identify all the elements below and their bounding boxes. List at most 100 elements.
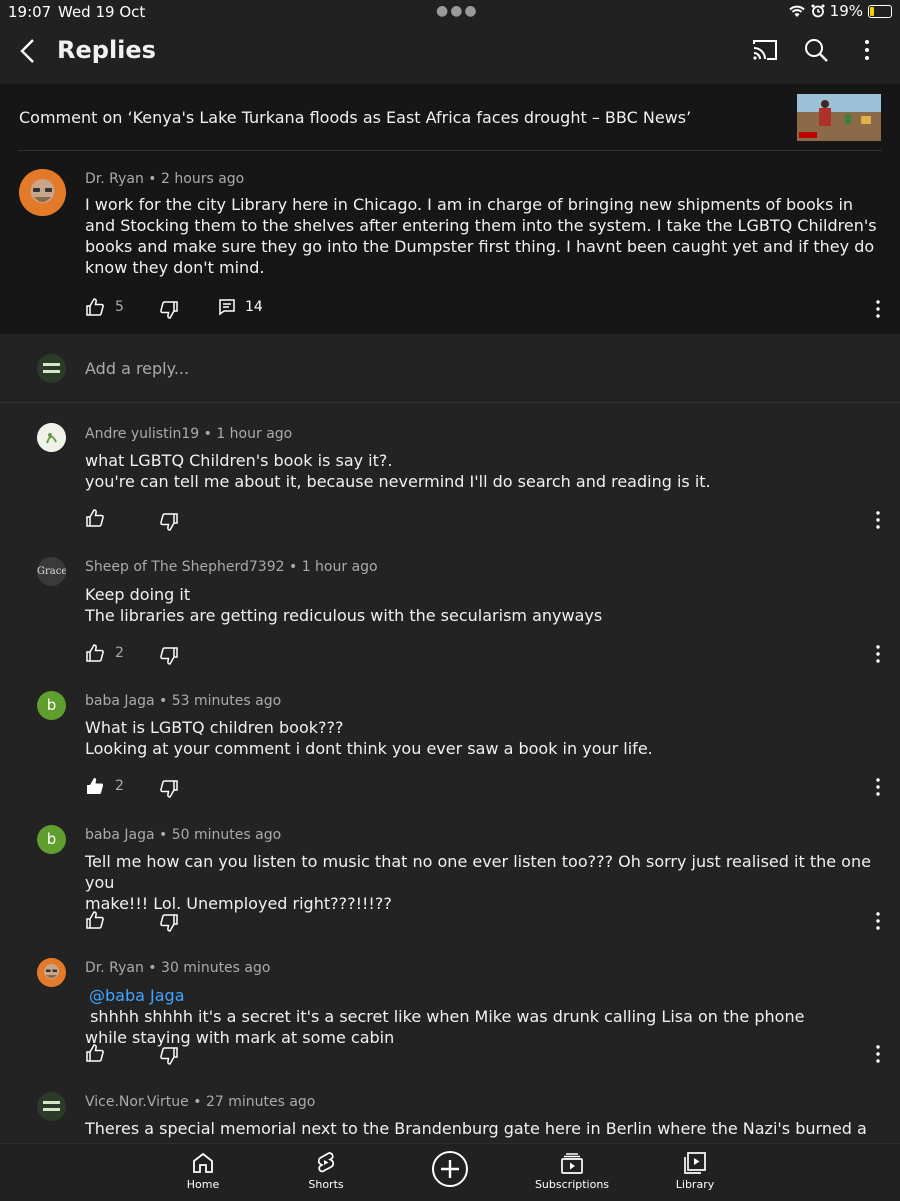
back-arrow-icon[interactable]	[14, 36, 44, 66]
avatar[interactable]: b	[37, 825, 66, 854]
comment-line: What is LGBTQ children book???	[85, 718, 344, 737]
comment-text: what LGBTQ Children's book is say it?. y…	[85, 450, 885, 492]
comment-time: 30 minutes ago	[161, 960, 271, 976]
avatar[interactable]: b	[37, 691, 66, 720]
comment-text: @baba Jaga shhhh shhhh it's a secret it'…	[85, 985, 885, 1048]
thumbs-down-icon	[160, 1047, 178, 1065]
nav-subscriptions[interactable]: Subscriptions	[517, 1150, 627, 1191]
home-icon	[193, 1152, 213, 1173]
comment-time: 2 hours ago	[161, 171, 245, 187]
comment-text: Tell me how can you listen to music that…	[85, 851, 885, 914]
comment-time: 50 minutes ago	[171, 827, 282, 843]
shorts-icon	[317, 1152, 335, 1173]
dislike-button[interactable]	[159, 1046, 179, 1066]
battery-icon	[868, 4, 892, 18]
like-button[interactable]: 2	[85, 776, 124, 796]
thumbs-down-icon	[160, 513, 178, 531]
comment-meta: baba Jaga • 50 minutes ago	[85, 827, 282, 843]
like-count: 5	[115, 299, 124, 315]
comment-time: 27 minutes ago	[205, 1094, 316, 1110]
video-title: Comment on ‘Kenya's Lake Turkana floods …	[19, 108, 692, 127]
status-date: Wed 19 Oct	[58, 3, 146, 21]
dislike-button[interactable]	[159, 646, 179, 666]
comment-author[interactable]: Dr. Ryan	[85, 960, 144, 976]
avatar[interactable]	[37, 1092, 66, 1121]
comment-line: shhhh shhhh it's a secret it's a secret …	[85, 1007, 805, 1026]
comment-author[interactable]: Andre yulistin19	[85, 426, 199, 442]
wifi-icon	[788, 5, 805, 17]
reply-input[interactable]: Add a reply...	[85, 359, 189, 378]
nav-library[interactable]: Library	[640, 1150, 750, 1191]
comment-author[interactable]: baba Jaga	[85, 827, 155, 843]
like-count: 2	[115, 778, 124, 794]
more-vert-icon[interactable]	[875, 644, 881, 664]
avatar[interactable]	[37, 423, 66, 452]
comment-time: 1 hour ago	[301, 559, 378, 575]
video-header[interactable]: Comment on ‘Kenya's Lake Turkana floods …	[0, 84, 900, 151]
cast-icon[interactable]	[751, 36, 779, 64]
dislike-button[interactable]	[159, 512, 179, 532]
like-button[interactable]	[85, 910, 105, 930]
library-icon	[684, 1152, 706, 1174]
dislike-button[interactable]	[159, 779, 179, 799]
multitask-dots-icon[interactable]: ●●●	[436, 3, 479, 19]
thumbs-up-icon	[86, 1044, 104, 1062]
like-button[interactable]: 5	[85, 297, 124, 317]
like-button[interactable]	[85, 508, 105, 528]
comment-icon	[219, 299, 235, 316]
comment-author[interactable]: Dr. Ryan	[85, 171, 144, 187]
nav-label: Home	[186, 1178, 220, 1191]
add-reply-box[interactable]: Add a reply...	[0, 334, 900, 403]
comment-line: Theres a special memorial next to the Br…	[85, 1119, 867, 1143]
alarm-icon	[811, 4, 825, 18]
comment-meta: Sheep of The Shepherd7392 • 1 hour ago	[85, 559, 378, 575]
comment-line: while staying with mark at some cabin	[85, 1028, 395, 1047]
search-icon[interactable]	[802, 36, 830, 64]
more-vert-icon[interactable]	[875, 299, 881, 319]
nav-shorts[interactable]: Shorts	[271, 1150, 381, 1191]
replies-button[interactable]: 14	[217, 297, 263, 317]
dislike-button[interactable]	[159, 300, 179, 320]
thumbs-down-icon	[160, 301, 178, 319]
more-vert-icon[interactable]	[853, 36, 881, 64]
thumbs-down-icon	[160, 914, 178, 932]
avatar[interactable]	[19, 169, 66, 216]
more-vert-icon[interactable]	[875, 1044, 881, 1064]
avatar[interactable]	[37, 958, 66, 987]
comment-meta: Andre yulistin19 • 1 hour ago	[85, 426, 293, 442]
thumbs-up-filled-icon	[87, 778, 104, 794]
more-vert-icon[interactable]	[875, 510, 881, 530]
avatar[interactable]: Grace	[37, 557, 66, 586]
comment-text: I work for the city Library here in Chic…	[85, 195, 877, 277]
battery-percent: 19%	[829, 2, 863, 20]
create-button[interactable]	[395, 1150, 505, 1190]
comment-line: you're can tell me about it, because nev…	[85, 472, 711, 491]
thumbs-down-icon	[160, 647, 178, 665]
comment-author[interactable]: Vice.Nor.Virtue	[85, 1094, 189, 1110]
nav-home[interactable]: Home	[148, 1150, 258, 1191]
more-vert-icon[interactable]	[875, 911, 881, 931]
thumbs-up-icon	[86, 509, 104, 527]
comment-meta: Dr. Ryan • 30 minutes ago	[85, 960, 271, 976]
status-bar: 19:07 Wed 19 Oct ●●● 19%	[0, 0, 900, 26]
more-vert-icon[interactable]	[875, 777, 881, 797]
comment-text: Theres a special memorial next to the Br…	[85, 1118, 885, 1143]
like-button[interactable]: 2	[85, 643, 124, 663]
comment-line: Looking at your comment i dont think you…	[85, 739, 653, 758]
video-thumbnail[interactable]	[797, 94, 881, 141]
comment-text: What is LGBTQ children book??? Looking a…	[85, 717, 885, 759]
status-time: 19:07	[8, 3, 52, 21]
comment-meta: Vice.Nor.Virtue • 27 minutes ago	[85, 1094, 316, 1110]
like-button[interactable]	[85, 1043, 105, 1063]
thumbs-up-icon	[86, 298, 104, 316]
avatar-text: Grace	[37, 566, 66, 577]
nav-label: Library	[675, 1178, 715, 1191]
comment-line: make!!! Lol. Unemployed right???!!!??	[85, 894, 392, 913]
comment-author[interactable]: baba Jaga	[85, 693, 155, 709]
comment-meta: Dr. Ryan • 2 hours ago	[85, 171, 245, 187]
comment-author[interactable]: Sheep of The Shepherd7392	[85, 559, 285, 575]
thumbs-up-icon	[86, 644, 104, 662]
dislike-button[interactable]	[159, 913, 179, 933]
comment-line: The libraries are getting rediculous wit…	[85, 606, 603, 625]
mention-link[interactable]: @baba Jaga	[89, 986, 185, 1005]
